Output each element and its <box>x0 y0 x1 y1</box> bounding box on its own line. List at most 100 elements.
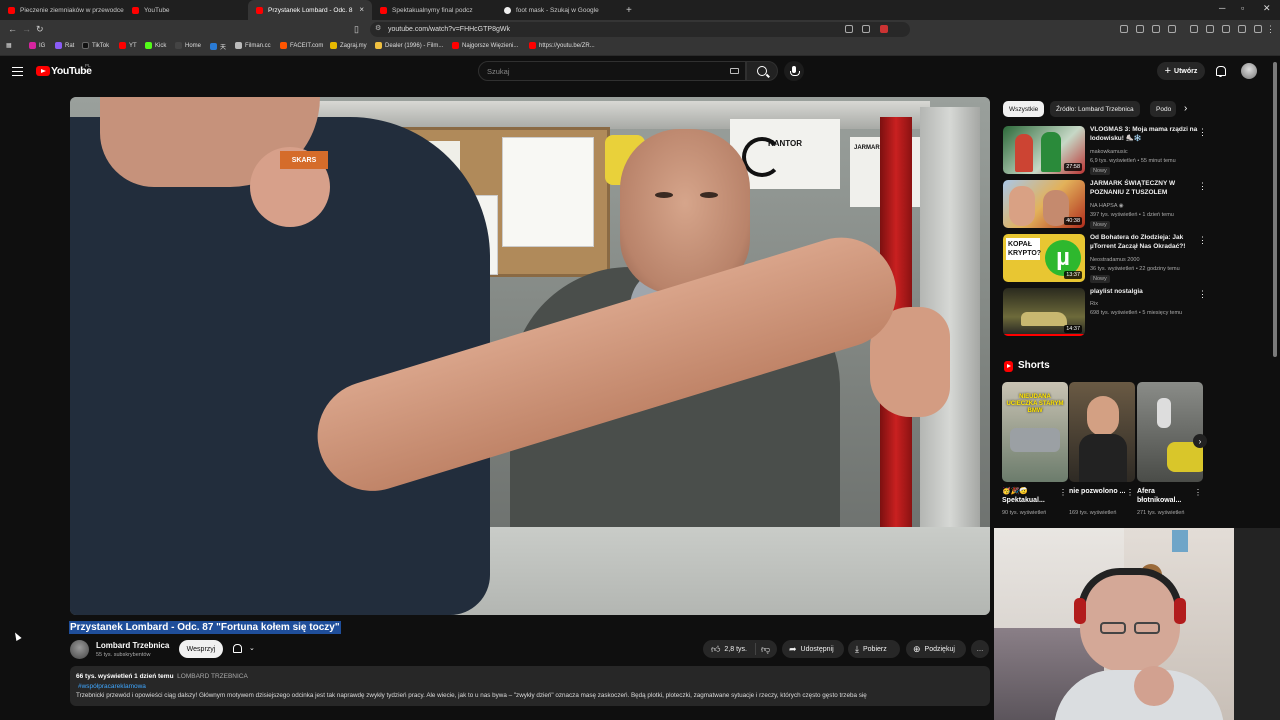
bookmark-tian[interactable]: 天 <box>210 42 226 51</box>
channel-name[interactable]: Lombard Trzebnica <box>96 641 169 650</box>
apps-grid-icon[interactable]: ▦ <box>6 42 12 49</box>
media-icon[interactable] <box>1190 25 1198 33</box>
bookmark-home[interactable]: Home <box>175 42 201 49</box>
channel-avatar[interactable] <box>70 640 89 659</box>
extension-icon[interactable] <box>1152 25 1160 33</box>
support-button[interactable]: Wesprzyj <box>179 640 223 658</box>
more-vertical-icon[interactable]: ⋮ <box>1194 488 1202 497</box>
extension-icon[interactable] <box>1222 25 1230 33</box>
share-button[interactable]: ➦ Udostępnij <box>782 640 844 658</box>
bookmark-kick[interactable]: Kick <box>145 42 166 49</box>
recommendation-item[interactable]: KOPAŁ KRYPTO? µ 13:37 Od Bohatera do Zło… <box>1003 234 1207 284</box>
notifications-bell-icon[interactable] <box>1215 66 1226 77</box>
recommendation-title[interactable]: VLOGMAS 3: Moja mama rządzi na lodowisku… <box>1090 126 1198 143</box>
search-input[interactable]: Szukaj <box>478 61 746 81</box>
hamburger-menu-icon[interactable] <box>12 67 23 76</box>
bookmark-najgorsze[interactable]: Najgorsze Więzieni... <box>452 42 518 49</box>
microphone-icon[interactable] <box>784 61 804 81</box>
video-thumbnail[interactable]: 14:37 <box>1003 288 1085 336</box>
extension-icon[interactable] <box>880 25 888 33</box>
address-bar[interactable]: ⚙ youtube.com/watch?v=FHHcGTP8gWk <box>370 22 910 37</box>
chip-source[interactable]: Źródło: Lombard Trzebnica <box>1050 101 1140 117</box>
create-button[interactable]: + Utwórz <box>1157 62 1205 80</box>
bookmark-tiktok[interactable]: TikTok <box>82 42 109 49</box>
extension-icon[interactable] <box>1120 25 1128 33</box>
video-player[interactable]: WALUT: KANTOR JARMARK SKARS <box>70 97 990 615</box>
browser-tab-4[interactable]: Spektakualnymy final podcz <box>372 0 496 20</box>
browser-tab-1[interactable]: Pieczenie ziemniaków w przewodce <box>0 0 124 20</box>
share-icon[interactable] <box>862 25 870 33</box>
more-actions-button[interactable]: … <box>971 640 989 658</box>
video-thumbnail[interactable]: 27:58 <box>1003 126 1085 174</box>
browser-tab-active[interactable]: Przystanek Lombard - Odc. 8 × <box>248 0 372 20</box>
menu-dots-icon[interactable]: ⋮ <box>1266 24 1275 35</box>
bookmark-yt[interactable]: YT <box>119 42 137 49</box>
bookmark-faceit[interactable]: FACEIT.com <box>280 42 323 49</box>
description-hashtag[interactable]: #współpracareklamowa <box>78 683 146 690</box>
short-thumbnail[interactable]: NIEUDANA UCIECZKA STARYM BMW <box>1002 382 1068 482</box>
description-channel-tag[interactable]: LOMBARD TRZEBNICA <box>177 673 248 680</box>
forward-icon[interactable]: → <box>22 24 31 34</box>
sidebar-icon[interactable] <box>1206 25 1214 33</box>
more-vertical-icon[interactable]: ⋮ <box>1198 127 1207 138</box>
user-avatar[interactable] <box>1241 63 1257 79</box>
extension-icon[interactable] <box>1168 25 1176 33</box>
chip-podo[interactable]: Podo <box>1150 101 1176 117</box>
recommendation-channel[interactable]: NA HAPSA ◉ <box>1090 203 1124 209</box>
bookmark-youtu-be[interactable]: https://youtu.be/ZR... <box>529 42 595 49</box>
short-title[interactable]: 🥳🎉🤕 Spektakual... <box>1002 487 1060 505</box>
recommendation-title[interactable]: Od Bohatera do Złodzieja: Jak µTorrent Z… <box>1090 234 1198 251</box>
subscribe-bell-icon[interactable] <box>232 644 242 654</box>
recommendation-channel[interactable]: Neostradamus 2000 <box>1090 257 1140 263</box>
profile-icon[interactable] <box>1254 25 1262 33</box>
more-vertical-icon[interactable]: ⋮ <box>1059 488 1067 497</box>
close-window-icon[interactable]: ✕ <box>1263 3 1271 14</box>
browser-tab-5[interactable]: foot mask - Szukaj w Google <box>496 0 620 20</box>
reload-icon[interactable]: ↻ <box>36 24 44 35</box>
more-vertical-icon[interactable]: ⋮ <box>1198 181 1207 192</box>
video-title[interactable]: Przystanek Lombard - Odc. 87 "Fortuna ko… <box>69 621 341 634</box>
extension-icon[interactable] <box>1136 25 1144 33</box>
description-box[interactable] <box>70 666 990 706</box>
site-info-icon[interactable]: ⚙ <box>375 24 381 32</box>
extension-icon[interactable] <box>1238 25 1246 33</box>
back-icon[interactable]: ← <box>8 24 17 34</box>
thumbs-down-icon[interactable]: 👎︎ <box>761 644 770 655</box>
new-tab-button[interactable]: + <box>618 0 638 20</box>
recommendation-title[interactable]: playlist nostalgia <box>1090 288 1198 297</box>
maximize-icon[interactable]: ▫ <box>1241 3 1244 13</box>
thumbs-up-icon[interactable]: 👍︎ <box>711 644 720 655</box>
short-thumbnail[interactable] <box>1137 382 1203 482</box>
like-count[interactable]: 2,8 tys. <box>724 646 747 653</box>
recommendation-channel[interactable]: makowkamusic <box>1090 149 1128 155</box>
bookmark-rat[interactable]: Rat <box>55 42 74 49</box>
bookmark-ig[interactable]: IG <box>29 42 45 49</box>
page-scrollbar[interactable] <box>1273 62 1277 357</box>
chevron-right-icon[interactable]: › <box>1193 434 1207 448</box>
youtube-logo-icon[interactable] <box>36 66 50 76</box>
bookmark-icon[interactable]: ▯ <box>354 24 359 35</box>
recommendation-channel[interactable]: Rix <box>1090 301 1098 307</box>
chevron-right-icon[interactable]: › <box>1184 103 1187 114</box>
keyboard-icon[interactable] <box>730 68 739 74</box>
more-vertical-icon[interactable]: ⋮ <box>1198 289 1207 300</box>
search-button[interactable] <box>746 61 778 81</box>
download-button[interactable]: ⤓ Pobierz <box>848 640 900 658</box>
recommendation-title[interactable]: JARMARK ŚWIĄTECZNY W POZNANIU Z TUSZOLEM <box>1090 180 1198 197</box>
cast-icon[interactable] <box>845 25 853 33</box>
close-tab-icon[interactable]: × <box>359 5 364 14</box>
chip-all[interactable]: Wszystkie <box>1003 101 1045 117</box>
short-title[interactable]: Afera błotnikowal... <box>1137 487 1195 505</box>
more-vertical-icon[interactable]: ⋮ <box>1198 235 1207 246</box>
more-vertical-icon[interactable]: ⋮ <box>1126 488 1134 497</box>
bookmark-dealer[interactable]: Dealer (1996) - Film... <box>375 42 443 49</box>
video-thumbnail[interactable]: 40:38 <box>1003 180 1085 228</box>
short-title[interactable]: nie pozwolono ... <box>1069 487 1127 496</box>
short-thumbnail[interactable] <box>1069 382 1135 482</box>
browser-tab-2[interactable]: YouTube <box>124 0 248 20</box>
video-thumbnail[interactable]: KOPAŁ KRYPTO? µ 13:37 <box>1003 234 1085 282</box>
bookmark-zagraj[interactable]: Zagraj.my <box>330 42 367 49</box>
bookmark-filman[interactable]: Filman.cc <box>235 42 271 49</box>
thanks-button[interactable]: ⊕ Podziękuj <box>906 640 966 658</box>
recommendation-item[interactable]: 40:38 JARMARK ŚWIĄTECZNY W POZNANIU Z TU… <box>1003 180 1207 230</box>
